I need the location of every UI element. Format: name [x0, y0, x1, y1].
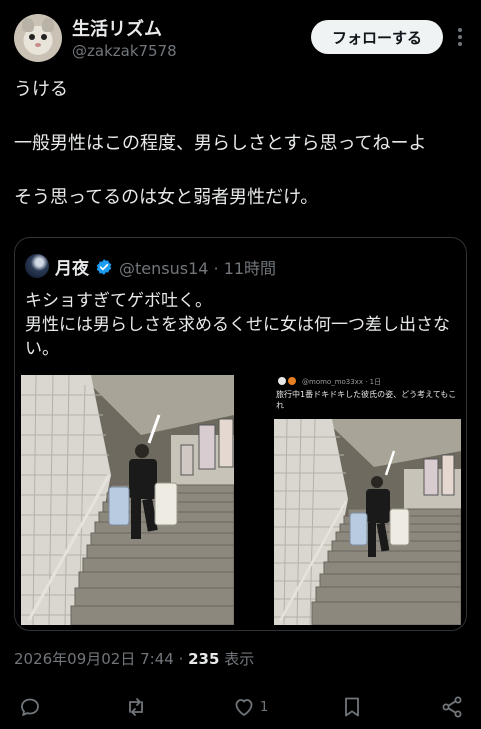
tweet-meta: 2026年09月02日 7:44 · 235 表示 [14, 648, 254, 669]
like-count: 1 [260, 699, 269, 715]
share-button[interactable] [440, 690, 464, 724]
verified-badge-icon [96, 259, 112, 275]
views-count: 235 [188, 650, 220, 668]
follow-button[interactable]: フォローする [311, 20, 443, 54]
author-avatar[interactable] [14, 14, 62, 62]
quote-author-name: 月夜 [55, 259, 89, 279]
reply-icon [21, 698, 39, 716]
quote-photo[interactable] [21, 375, 234, 625]
tweet-line: うける [14, 79, 68, 100]
share-icon [442, 696, 462, 718]
stairway-photo [21, 375, 234, 625]
reply-button[interactable] [18, 690, 42, 724]
tweet-header: 生活リズム @zakzak7578 フォローする [14, 12, 467, 64]
author-handle[interactable]: @zakzak7578 [72, 42, 177, 60]
like-button[interactable]: 1 [232, 690, 268, 724]
repost-icon [129, 698, 143, 716]
quote-photo[interactable]: @momo_mo33xx · 1日 旅行中1番ドキドキした彼氏の姿、どう考えても… [274, 375, 461, 625]
quote-author-avatar [25, 254, 49, 278]
views-label: 表示 [219, 650, 255, 668]
meta-separator: · [173, 650, 189, 668]
repost-button[interactable] [124, 690, 148, 724]
author-display-name[interactable]: 生活リズム [72, 15, 162, 41]
bookmark-icon [345, 697, 359, 717]
tweet-text: うける 一般男性はこの程度、男らしさとすら思ってねーよ そう思ってるのは女と弱者… [14, 76, 469, 238]
tweet-line: そう思ってるのは女と弱者男性だけ。 [14, 187, 319, 208]
timestamp[interactable]: 2026年09月02日 7:44 [14, 650, 174, 668]
embedded-post-screenshot: @momo_mo33xx · 1日 旅行中1番ドキドキした彼氏の姿、どう考えても… [274, 375, 461, 625]
embedded-post-handle: @momo_mo33xx · 1日 [302, 378, 381, 386]
action-bar: 1 [0, 690, 481, 724]
tweet-line: 一般男性はこの程度、男らしさとすら思ってねーよ [14, 133, 427, 154]
heart-icon [235, 699, 253, 716]
embedded-post-text: 旅行中1番ドキドキした彼氏の姿、どう考えてもこれ [276, 390, 457, 410]
bookmark-button[interactable] [340, 690, 364, 724]
quote-text: キショすぎてゲボ吐く。 男性には男らしさを求めるくせに女は何一つ差し出さない。 [25, 291, 450, 359]
quoted-tweet[interactable]: 月夜 @tensus14 · 11時間 キショすぎてゲボ吐く。 男性には男らしさを… [14, 237, 467, 631]
more-options-icon[interactable] [453, 24, 467, 50]
quote-handle-time: @tensus14 · 11時間 [119, 259, 277, 278]
